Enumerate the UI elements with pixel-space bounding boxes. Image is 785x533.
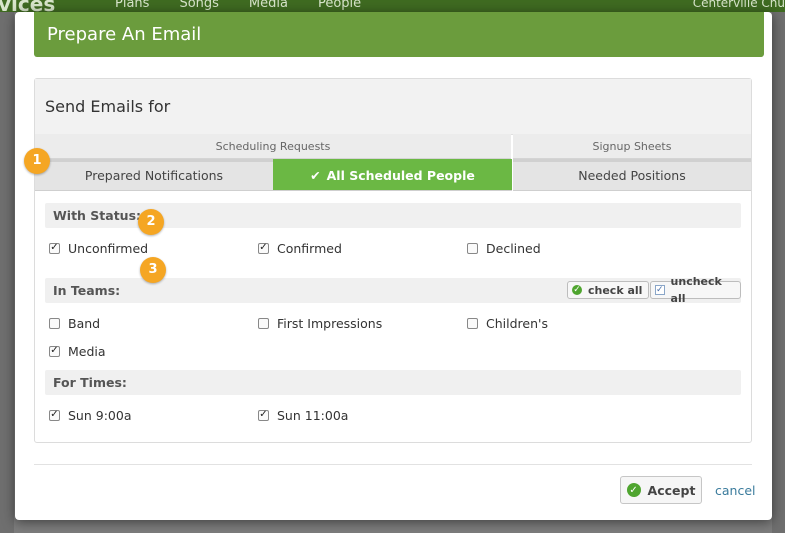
section-label: With Status: — [53, 208, 142, 223]
send-emails-panel: Send Emails for Scheduling Requests Sign… — [34, 78, 752, 443]
background-nav-plans: Plans — [115, 0, 150, 11]
checkbox-sun-9am[interactable]: ✓ Sun 9:00a — [49, 405, 131, 425]
background-user: Centerville Chu — [692, 0, 785, 10]
callout-badge-3: 3 — [140, 257, 166, 283]
checkbox-label: Band — [68, 315, 101, 331]
checkbox-checked-icon: ✓ — [49, 345, 60, 357]
tab-needed-positions[interactable]: Needed Positions — [513, 159, 751, 191]
time-options: ✓ Sun 9:00a ✓ Sun 11:00a — [49, 405, 749, 425]
check-circle-icon: ✓ — [626, 483, 641, 497]
checkmark-icon: ✔ — [310, 168, 321, 183]
checkbox-media[interactable]: ✓ Media — [49, 341, 106, 361]
tabs: Prepared Notifications ✔ All Scheduled Pe… — [35, 159, 751, 192]
status-options: ✓ Unconfirmed ✓ Confirmed Declined — [49, 238, 749, 258]
accept-label: Accept — [647, 482, 696, 498]
checkbox-unchecked-icon — [467, 317, 478, 329]
callout-badge-2: 2 — [138, 209, 164, 235]
modal-title: Prepare An Email — [34, 12, 764, 57]
checkbox-sun-11am[interactable]: ✓ Sun 11:00a — [258, 405, 348, 425]
checkbox-checked-icon: ✓ — [49, 242, 60, 254]
tab-label: Prepared Notifications — [84, 168, 224, 183]
checkbox-declined[interactable]: Declined — [467, 238, 541, 258]
background-brand: vices — [0, 0, 56, 12]
uncheck-all-label: uncheck all — [670, 275, 722, 305]
checkbox-unconfirmed[interactable]: ✓ Unconfirmed — [49, 238, 148, 258]
section-for-times: For Times: — [45, 370, 741, 395]
checkbox-label: Declined — [486, 240, 541, 256]
checkbox-label: Sun 11:00a — [277, 407, 349, 423]
checkbox-label: Children's — [486, 315, 548, 331]
callout-badge-1: 1 — [24, 148, 50, 174]
tab-label: Needed Positions — [578, 168, 686, 183]
background-nav-media: Media — [248, 0, 288, 11]
checkbox-label: Confirmed — [277, 240, 342, 256]
footer-divider — [34, 464, 752, 465]
checkbox-checked-icon: ✓ — [49, 409, 60, 421]
checkbox-checked-icon: ✓ — [258, 242, 269, 254]
background-left-panel — [0, 12, 14, 533]
checkbox-unchecked-icon — [258, 317, 269, 329]
checkbox-label: Media — [68, 343, 106, 359]
checkbox-icon: ✓ — [655, 284, 665, 295]
checkbox-label: First Impressions — [277, 315, 383, 331]
uncheck-all-button[interactable]: ✓ uncheck all — [650, 275, 741, 305]
tab-prepared-notifications[interactable]: Prepared Notifications — [35, 159, 273, 191]
background-top-bar: vices Plans Songs Media People Centervil… — [0, 0, 785, 12]
cancel-link[interactable]: cancel — [715, 483, 756, 498]
checkbox-unchecked-icon — [467, 242, 478, 254]
checkbox-unchecked-icon — [49, 317, 60, 329]
accept-button[interactable]: ✓ Accept — [620, 476, 702, 504]
background-nav-people: People — [317, 0, 362, 11]
team-options-row-1: Band First Impressions Children's — [49, 313, 749, 333]
check-all-label: check all — [588, 283, 643, 297]
tab-groups: Scheduling Requests Signup Sheets — [35, 134, 751, 159]
prepare-email-modal: Prepare An Email Send Emails for Schedul… — [15, 12, 772, 520]
tab-all-scheduled-people[interactable]: ✔ All Scheduled People — [273, 159, 512, 191]
check-all-button[interactable]: ✓ check all — [567, 281, 650, 299]
section-label: For Times: — [53, 375, 127, 390]
background-right-panel — [772, 12, 785, 533]
checkbox-checked-icon: ✓ — [258, 409, 269, 421]
checkbox-confirmed[interactable]: ✓ Confirmed — [258, 238, 342, 258]
checkbox-label: Sun 9:00a — [68, 407, 132, 423]
section-label: In Teams: — [53, 283, 121, 298]
background-nav-songs: Songs — [179, 0, 219, 11]
panel-title: Send Emails for — [35, 79, 751, 135]
checkbox-label: Unconfirmed — [68, 240, 149, 256]
check-circle-icon: ✓ — [572, 284, 582, 295]
tab-label: All Scheduled People — [326, 168, 475, 183]
checkbox-band[interactable]: Band — [49, 313, 100, 333]
group-signup-sheets: Signup Sheets — [513, 134, 751, 159]
checkbox-first-impressions[interactable]: First Impressions — [258, 313, 382, 333]
group-scheduling-requests: Scheduling Requests — [35, 134, 511, 159]
team-options-row-2: ✓ Media — [49, 341, 749, 361]
checkbox-childrens[interactable]: Children's — [467, 313, 548, 333]
background-nav: Plans Songs Media People — [115, 0, 361, 11]
